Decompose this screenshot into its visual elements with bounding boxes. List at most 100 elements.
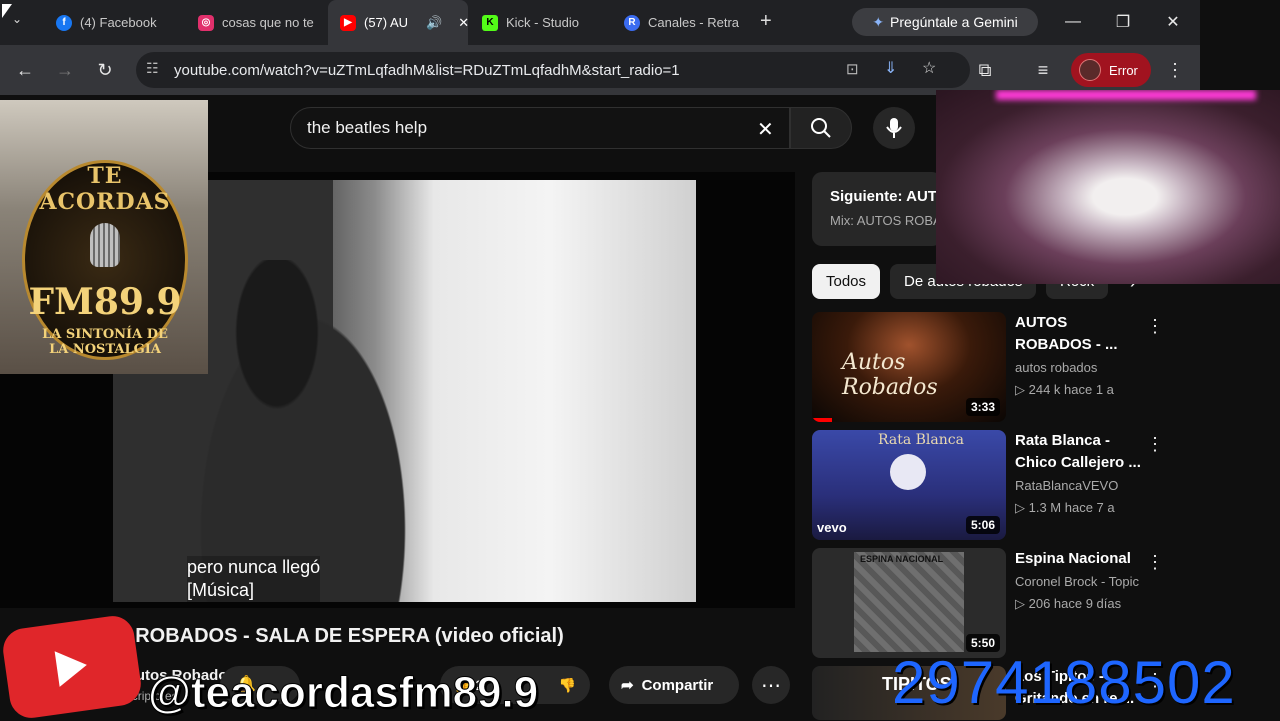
kebab-menu-icon[interactable]: ⋮	[1146, 552, 1164, 573]
title-line: AUTOS	[1015, 314, 1068, 331]
phone-number-overlay: 2974188502	[892, 649, 1236, 716]
caption-line: [Música]	[187, 580, 255, 600]
title-line: Chico Callejero ...	[1015, 454, 1141, 471]
site-info-icon[interactable]: ☷	[146, 60, 159, 77]
title-line: Rata Blanca -	[1015, 432, 1111, 449]
webcam-overlay	[936, 90, 1280, 284]
clear-search-icon[interactable]: ✕	[757, 117, 774, 142]
tab-label: Kick - Studio	[506, 15, 579, 30]
thumbnail-text: Autos Robados	[842, 350, 938, 400]
kebab-menu-icon[interactable]: ⋮	[1146, 316, 1164, 337]
close-window-icon[interactable]: ✕	[1158, 8, 1188, 36]
vevo-badge: vevo	[817, 520, 847, 535]
recommendation-channel[interactable]: RataBlancaVEVO	[1015, 478, 1118, 493]
radio-logo-top-text: TE ACORDAS	[39, 163, 171, 215]
instagram-icon: ◎	[198, 14, 214, 31]
profile-status-label: Error	[1109, 62, 1138, 78]
restream-icon: R	[624, 14, 640, 31]
neon-light	[996, 90, 1256, 100]
vintage-microphone-icon	[90, 223, 120, 267]
tab-label: (57) AU	[364, 15, 409, 30]
recommendation-meta: ▷ 206 hace 9 días	[1015, 596, 1122, 611]
voice-search-button[interactable]	[873, 107, 915, 149]
thumbnail-text: Rata Blanca	[878, 432, 964, 448]
youtube-icon: ▶	[340, 14, 356, 31]
up-next-label: Siguiente: AUTOS	[830, 188, 942, 205]
youtube-logo-overlay	[0, 613, 144, 721]
gemini-button[interactable]: ✦ Pregúntale a Gemini	[852, 8, 1038, 36]
url-text: youtube.com/watch?v=uZTmLqfadhM&list=RDu…	[174, 61, 680, 79]
recommendation-meta: ▷ 1.3 M hace 7 a	[1015, 500, 1115, 515]
tab-label: (4) Facebook	[80, 15, 157, 30]
recommendation-meta: ▷ 244 k hace 1 a	[1015, 382, 1114, 397]
media-controls-icon[interactable]: ≡	[1030, 57, 1056, 83]
recommendation-channel[interactable]: autos robados	[1015, 360, 1097, 375]
title-line: ROBADOS - ...	[1015, 336, 1118, 353]
address-bar[interactable]: ☷ youtube.com/watch?v=uZTmLqfadhM&list=R…	[136, 52, 970, 88]
extensions-puzzle-icon[interactable]: ⧉	[972, 57, 998, 83]
bookmark-star-icon[interactable]: ☆	[922, 58, 936, 78]
search-icon	[811, 118, 831, 138]
forward-arrow-icon[interactable]: →	[52, 57, 78, 83]
recommendation-title[interactable]: AUTOS ROBADOS - ...	[1015, 312, 1145, 356]
avatar	[1079, 59, 1101, 81]
tab-youtube-active[interactable]: ▶ (57) AU 🔊 ✕	[328, 0, 468, 45]
mouse-cursor-icon	[2, 4, 12, 18]
profile-error-button[interactable]: Error	[1071, 53, 1151, 87]
tab-facebook[interactable]: f (4) Facebook	[44, 0, 184, 45]
close-tab-icon[interactable]: ✕	[458, 15, 468, 31]
video-thumbnail[interactable]: Rata Blanca vevo 5:06	[812, 430, 1006, 540]
tab-kick[interactable]: K Kick - Studio	[470, 0, 610, 45]
dislike-button[interactable]: 👎	[559, 677, 576, 694]
radio-station-logo-overlay: TE ACORDAS FM89.9 LA SINTONÍA DE LA NOST…	[0, 100, 208, 374]
play-triangle-icon	[54, 647, 90, 687]
recommendation-item[interactable]: ESPINA NACIONAL 5:50 Espina Nacional Cor…	[812, 548, 1172, 658]
more-actions-button[interactable]: ⋯	[752, 666, 790, 704]
recommendation-item[interactable]: Autos Robados 3:33 AUTOS ROBADOS - ... au…	[812, 312, 1172, 422]
title-line: Espina Nacional	[1015, 550, 1131, 567]
reload-icon[interactable]: ↻	[92, 57, 118, 83]
up-next-subtitle: Mix: AUTOS ROBADOS	[830, 213, 942, 228]
share-arrow-icon: ➦	[621, 677, 634, 694]
radio-slogan-line: LA SINTONÍA DE	[42, 327, 168, 342]
recommendation-title[interactable]: Rata Blanca - Chico Callejero ...	[1015, 430, 1145, 474]
social-handle-overlay: @teacordasfm89.9	[147, 668, 539, 718]
search-input[interactable]: the beatles help ✕	[290, 107, 790, 149]
install-app-icon[interactable]: ⇓	[884, 58, 897, 78]
tab-search-button[interactable]: ⌄	[12, 12, 22, 26]
gemini-sparkle-icon: ✦	[872, 13, 885, 30]
video-captions: pero nunca llegó [Música]	[187, 556, 321, 602]
recommendation-channel[interactable]: Coronel Brock - Topic	[1015, 574, 1139, 589]
search-query-text: the beatles help	[307, 118, 428, 137]
up-next-panel[interactable]: Siguiente: AUTOS Mix: AUTOS ROBADOS	[812, 172, 942, 246]
thumbnail-moon	[890, 454, 926, 490]
share-button[interactable]: ➦ Compartir	[609, 666, 739, 704]
back-arrow-icon[interactable]: ←	[12, 57, 38, 83]
tab-label: Canales - Retra	[648, 15, 740, 30]
chip-todos[interactable]: Todos	[812, 264, 881, 299]
microphone-icon	[886, 118, 902, 138]
tab-instagram[interactable]: ◎ cosas que no te	[186, 0, 326, 45]
recommendation-title[interactable]: Espina Nacional	[1015, 548, 1145, 570]
video-thumbnail[interactable]: ESPINA NACIONAL 5:50	[812, 548, 1006, 658]
video-duration: 5:06	[965, 516, 1000, 534]
speaker-icon[interactable]: 🔊	[426, 15, 442, 31]
video-duration: 3:33	[965, 398, 1000, 416]
browser-menu-icon[interactable]: ⋮	[1162, 57, 1188, 83]
radio-frequency-text: FM89.9	[28, 281, 182, 323]
kick-icon: K	[482, 14, 498, 31]
tab-restream[interactable]: R Canales - Retra	[612, 0, 752, 45]
radio-logo-badge: TE ACORDAS FM89.9 LA SINTONÍA DE LA NOST…	[22, 160, 188, 360]
thumbnail-text: ESPINA NACIONAL	[860, 554, 944, 564]
minimize-icon[interactable]: —	[1058, 8, 1088, 36]
new-tab-button[interactable]: +	[760, 10, 772, 33]
video-thumbnail[interactable]: Autos Robados 3:33	[812, 312, 1006, 422]
lens-icon[interactable]: ⊡	[846, 60, 859, 78]
kebab-menu-icon[interactable]: ⋮	[1146, 434, 1164, 455]
caption-line: pero nunca llegó	[187, 557, 321, 577]
facebook-icon: f	[56, 14, 72, 31]
album-cover: ESPINA NACIONAL	[854, 552, 964, 652]
maximize-icon[interactable]: ❐	[1108, 8, 1138, 36]
search-button[interactable]	[790, 107, 852, 149]
recommendation-item[interactable]: Rata Blanca vevo 5:06 Rata Blanca - Chico…	[812, 430, 1172, 540]
